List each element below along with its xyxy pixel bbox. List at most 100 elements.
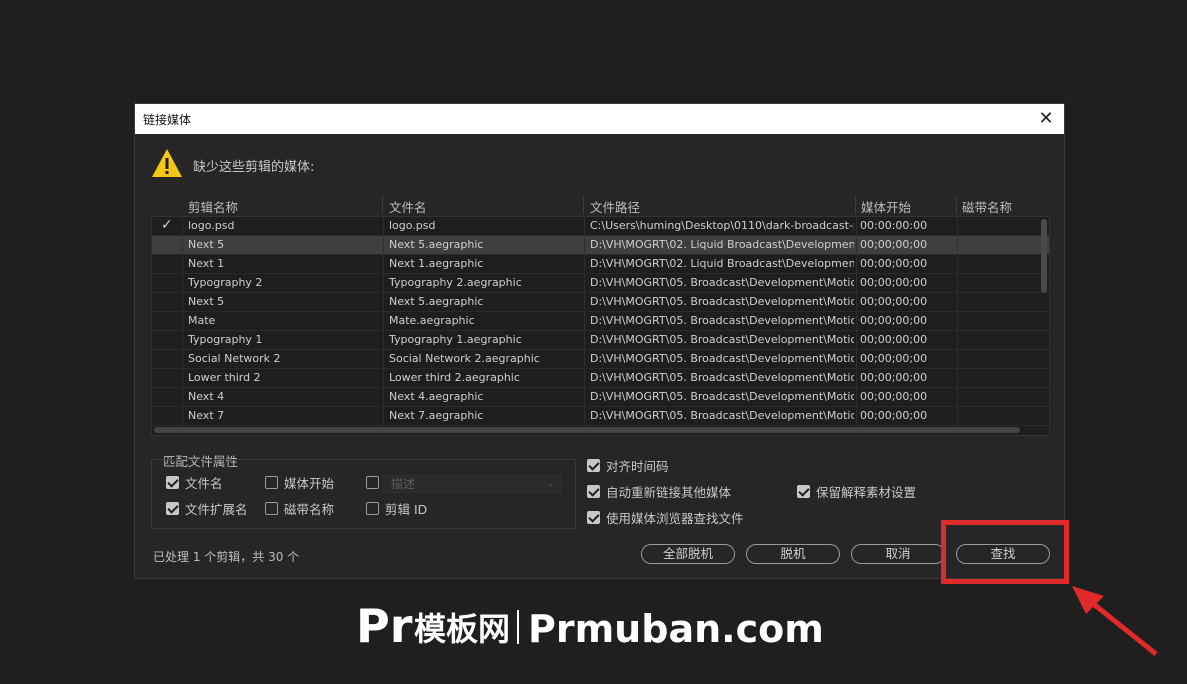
- cell-clip-name: Mate: [188, 314, 216, 327]
- cancel-button[interactable]: 取消: [851, 544, 945, 564]
- cell-file-path: C:\Users\huming\Desktop\0110\dark-broadc…: [590, 219, 854, 232]
- cell-media-start: 00;00;00;00: [860, 314, 928, 327]
- table-row[interactable]: Typography 2 Typography 2.aegraphic D:\VH\…: [152, 274, 1049, 293]
- checkbox-label: 媒体开始: [284, 476, 335, 491]
- table-row[interactable]: Next 4 Next 4.aegraphic D:\VH\MOGRT\05. Br…: [152, 388, 1049, 407]
- cell-clip-name: Lower third 2: [188, 371, 261, 384]
- table-body[interactable]: ✓ logo.psd logo.psd C:\Users\huming\Desktop…: [151, 216, 1050, 436]
- dialog-titlebar: 链接媒体 ✕: [135, 104, 1064, 134]
- checkbox-box[interactable]: [797, 485, 810, 498]
- cell-file-name: Next 7.aegraphic: [389, 409, 484, 422]
- cell-file-name: Next 5.aegraphic: [389, 238, 484, 251]
- auto-relink-checkbox[interactable]: 自动重新链接其他媒体: [587, 482, 731, 501]
- table-row[interactable]: Next 7 Next 7.aegraphic D:\VH\MOGRT\05. Br…: [152, 407, 1049, 426]
- match-media-start-checkbox[interactable]: 媒体开始: [265, 473, 334, 492]
- cell-media-start: 00;00;00;00: [860, 333, 928, 346]
- cell-file-name: Next 1.aegraphic: [389, 257, 484, 270]
- cell-file-path: D:\VH\MOGRT\05. Broadcast\Development\Mo…: [590, 314, 854, 327]
- col-tape-name[interactable]: 磁带名称: [962, 197, 1012, 216]
- cell-clip-name: Next 5: [188, 238, 225, 251]
- cell-file-path: D:\VH\MOGRT\02. Liquid Broadcast\Develop…: [590, 257, 854, 270]
- cell-file-path: D:\VH\MOGRT\05. Broadcast\Development\Mo…: [590, 371, 854, 384]
- table-row[interactable]: Lower third 2 Lower third 2.aegraphic D:\V…: [152, 369, 1049, 388]
- checkbox-box[interactable]: [587, 459, 600, 472]
- checkbox-label: 磁带名称: [284, 502, 335, 517]
- match-filename-checkbox[interactable]: 文件名: [166, 473, 223, 492]
- cell-media-start: 00;00;00;00: [860, 295, 928, 308]
- col-clip-name[interactable]: 剪辑名称: [188, 197, 238, 216]
- match-clip-id-checkbox[interactable]: 剪辑 ID: [366, 499, 427, 518]
- checkbox-box[interactable]: [587, 511, 600, 524]
- dropdown-value: 描述: [391, 477, 416, 491]
- align-timecode-checkbox[interactable]: 对齐时间码: [587, 456, 669, 475]
- match-extension-checkbox[interactable]: 文件扩展名: [166, 499, 248, 518]
- warning-icon: [152, 149, 182, 177]
- checkbox-box[interactable]: [366, 476, 379, 489]
- checkbox-label: 文件名: [185, 476, 223, 491]
- table-row[interactable]: Social Network 2 Social Network 2.aegraph…: [152, 350, 1049, 369]
- offline-all-button[interactable]: 全部脱机: [641, 544, 735, 564]
- checkbox-box[interactable]: [265, 476, 278, 489]
- cell-file-path: D:\VH\MOGRT\05. Broadcast\Development\Mo…: [590, 276, 854, 289]
- cell-media-start: 00;00;00;00: [860, 276, 928, 289]
- match-tape-name-checkbox[interactable]: 磁带名称: [265, 499, 334, 518]
- checkbox-box[interactable]: [265, 502, 278, 515]
- cell-file-name: Social Network 2.aegraphic: [389, 352, 540, 365]
- vertical-scrollbar[interactable]: [1041, 219, 1047, 293]
- cell-media-start: 00;00;00;00: [860, 238, 928, 251]
- cell-clip-name: logo.psd: [188, 219, 235, 232]
- cell-clip-name: Next 1: [188, 257, 225, 270]
- row-check-icon: ✓: [161, 217, 173, 233]
- cell-media-start: 00:00:00:00: [860, 219, 928, 232]
- offline-button[interactable]: 脱机: [746, 544, 840, 564]
- table-row[interactable]: Mate Mate.aegraphic D:\VH\MOGRT\05. Broadc…: [152, 312, 1049, 331]
- col-file-path[interactable]: 文件路径: [590, 197, 640, 216]
- missing-media-table: 剪辑名称 文件名 文件路径 媒体开始 磁带名称 ✓ logo.psd logo.ps…: [151, 194, 1050, 436]
- description-dropdown[interactable]: 描述 ⌄: [382, 475, 562, 493]
- dialog-title: 链接媒体: [143, 113, 192, 127]
- cell-media-start: 00;00;00;00: [860, 409, 928, 422]
- horizontal-scrollbar[interactable]: [154, 427, 1020, 433]
- locate-highlight-box: [941, 520, 1069, 584]
- watermark-brand: 模板网: [414, 610, 510, 648]
- cell-media-start: 00;00;00;00: [860, 390, 928, 403]
- watermark-pr: Pr: [356, 599, 413, 653]
- watermark-logo: Pr 模板网 Prmuban.com: [356, 599, 824, 653]
- cell-file-path: D:\VH\MOGRT\05. Broadcast\Development\Mo…: [590, 352, 854, 365]
- table-row[interactable]: Next 1 Next 1.aegraphic D:\VH\MOGRT\02. Li…: [152, 255, 1049, 274]
- cell-file-name: Next 5.aegraphic: [389, 295, 484, 308]
- cell-file-name: logo.psd: [389, 219, 436, 232]
- checkbox-box[interactable]: [166, 502, 179, 515]
- cell-file-name: Typography 1.aegraphic: [389, 333, 522, 346]
- col-media-start[interactable]: 媒体开始: [861, 197, 911, 216]
- table-row[interactable]: Next 5 Next 5.aegraphic D:\VH\MOGRT\02. Li…: [152, 236, 1049, 255]
- status-text: 已处理 1 个剪辑，共 30 个: [153, 550, 300, 564]
- cell-file-name: Next 4.aegraphic: [389, 390, 484, 403]
- cell-file-name: Lower third 2.aegraphic: [389, 371, 520, 384]
- cell-clip-name: Next 4: [188, 390, 225, 403]
- table-row[interactable]: Typography 1 Typography 1.aegraphic D:\VH\…: [152, 331, 1049, 350]
- checkbox-box[interactable]: [366, 502, 379, 515]
- checkbox-box[interactable]: [166, 476, 179, 489]
- cell-media-start: 00;00;00;00: [860, 352, 928, 365]
- table-row[interactable]: Next 5 Next 5.aegraphic D:\VH\MOGRT\05. Br…: [152, 293, 1049, 312]
- col-file-name[interactable]: 文件名: [389, 197, 427, 216]
- checkbox-label: 对齐时间码: [606, 459, 669, 474]
- cell-clip-name: Typography 2: [188, 276, 263, 289]
- cell-media-start: 00;00;00;00: [860, 257, 928, 270]
- media-browser-checkbox[interactable]: 使用媒体浏览器查找文件: [587, 508, 744, 527]
- cell-file-name: Typography 2.aegraphic: [389, 276, 522, 289]
- checkbox-box[interactable]: [587, 485, 600, 498]
- cell-clip-name: Typography 1: [188, 333, 263, 346]
- cell-file-path: D:\VH\MOGRT\05. Broadcast\Development\Mo…: [590, 333, 854, 346]
- close-icon[interactable]: ✕: [1034, 107, 1058, 131]
- pointer-arrow-icon: [1072, 586, 1158, 656]
- checkbox-label: 自动重新链接其他媒体: [606, 485, 732, 500]
- match-description-checkbox[interactable]: [366, 476, 379, 489]
- table-header: 剪辑名称 文件名 文件路径 媒体开始 磁带名称: [151, 194, 1050, 216]
- chevron-down-icon: ⌄: [546, 478, 555, 489]
- cell-clip-name: Next 7: [188, 409, 225, 422]
- cell-file-path: D:\VH\MOGRT\05. Broadcast\Development\Mo…: [590, 409, 854, 422]
- table-row[interactable]: ✓ logo.psd logo.psd C:\Users\huming\Desktop…: [152, 217, 1049, 236]
- preserve-interpret-checkbox[interactable]: 保留解释素材设置: [797, 482, 916, 501]
